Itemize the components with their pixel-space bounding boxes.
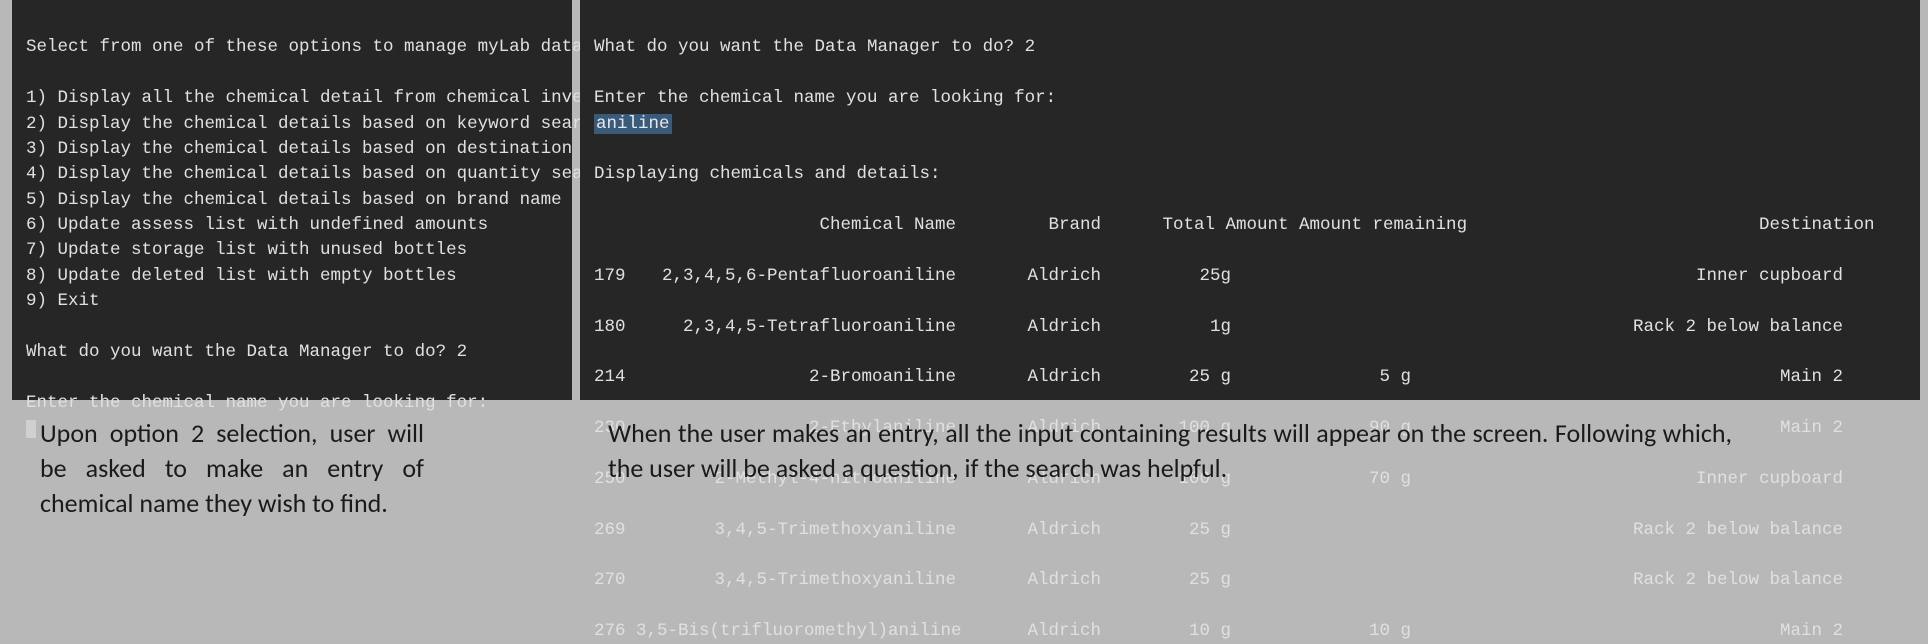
result-header: Displaying chemicals and details:	[594, 164, 941, 184]
menu-option: 9) Exit	[26, 291, 100, 311]
prompt-search: Enter the chemical name you are looking …	[594, 88, 1056, 108]
menu-option: 2) Display the chemical details based on…	[26, 114, 604, 134]
table-row: 1792,3,4,5,6-PentafluoroanilineAldrich25…	[594, 264, 1906, 289]
menu-option: 5) Display the chemical details based on…	[26, 190, 562, 210]
cell-name: 3,4,5-Trimethoxyaniline	[636, 518, 956, 543]
cell-total: 25 g	[1101, 568, 1231, 593]
table-row: 1802,3,4,5-TetrafluoroanilineAldrich1g Ra…	[594, 315, 1906, 340]
cell-brand: Aldrich	[956, 568, 1101, 593]
terminal-right: What do you want the Data Manager to do?…	[580, 0, 1920, 400]
caption-left: Upon option 2 selection, user will be as…	[12, 400, 452, 521]
menu-option: 7) Update storage list with unused bottl…	[26, 240, 467, 260]
cell-brand: Aldrich	[956, 518, 1101, 543]
table-row: 2693,4,5-TrimethoxyanilineAldrich25 g Rac…	[594, 518, 1906, 543]
cell-destination: Inner cupboard	[1411, 264, 1843, 289]
cell-total: 1g	[1101, 315, 1231, 340]
cell-id: 270	[594, 568, 636, 593]
menu-header: Select from one of these options to mana…	[26, 37, 604, 57]
prompt-action: What do you want the Data Manager to do?…	[26, 342, 467, 362]
terminal-left: Select from one of these options to mana…	[12, 0, 572, 400]
left-panel: Select from one of these options to mana…	[12, 0, 572, 593]
menu-option: 8) Update deleted list with empty bottle…	[26, 266, 457, 286]
cell-total: 25 g	[1101, 365, 1231, 390]
menu-option: 6) Update assess list with undefined amo…	[26, 215, 488, 235]
cell-id: 276	[594, 619, 636, 644]
cell-remaining: 10 g	[1231, 619, 1411, 644]
table-row: 2142-BromoanilineAldrich25 g5 gMain 2	[594, 365, 1906, 390]
cell-id: 269	[594, 518, 636, 543]
cell-destination: Main 2	[1411, 365, 1843, 390]
cell-remaining: 5 g	[1231, 365, 1411, 390]
cell-total: 25 g	[1101, 518, 1231, 543]
cell-name: 2-Bromoaniline	[636, 365, 956, 390]
user-input[interactable]: aniline	[594, 114, 672, 134]
cell-destination: Main 2	[1411, 619, 1843, 644]
cell-id: 214	[594, 365, 636, 390]
col-header-total-remain: Total Amount Amount remaining	[1133, 213, 1443, 238]
menu-option: 1) Display all the chemical detail from …	[26, 88, 635, 108]
caption-right: When the user makes an entry, all the in…	[580, 400, 1760, 486]
col-header-destination: Destination	[1443, 213, 1875, 238]
cell-brand: Aldrich	[956, 264, 1101, 289]
table-header-row: Chemical NameBrand Total Amount Amount r…	[594, 213, 1906, 238]
right-panel: What do you want the Data Manager to do?…	[580, 0, 1920, 593]
prompt-action: What do you want the Data Manager to do?…	[594, 37, 1035, 57]
cell-brand: Aldrich	[956, 315, 1101, 340]
cell-destination: Rack 2 below balance	[1411, 315, 1843, 340]
cell-id: 179	[594, 264, 636, 289]
cell-total: 10 g	[1101, 619, 1231, 644]
cell-total: 25g	[1101, 264, 1231, 289]
cell-brand: Aldrich	[956, 365, 1101, 390]
cell-brand: Aldrich	[956, 619, 1101, 644]
table-row: 2703,4,5-TrimethoxyanilineAldrich25 g Rac…	[594, 568, 1906, 593]
table-row: 2763,5-Bis(trifluoromethyl)anilineAldric…	[594, 619, 1906, 644]
cell-name: 3,5-Bis(trifluoromethyl)aniline	[636, 619, 956, 644]
cell-destination: Rack 2 below balance	[1411, 568, 1843, 593]
cell-id: 180	[594, 315, 636, 340]
cell-name: 2,3,4,5-Tetrafluoroaniline	[636, 315, 956, 340]
col-header-name: Chemical Name	[594, 213, 956, 238]
menu-option: 3) Display the chemical details based on…	[26, 139, 646, 159]
menu-option: 4) Display the chemical details based on…	[26, 164, 614, 184]
cell-name: 2,3,4,5,6-Pentafluoroaniline	[636, 264, 956, 289]
cell-destination: Rack 2 below balance	[1411, 518, 1843, 543]
col-header-brand: Brand	[956, 213, 1101, 238]
cell-name: 3,4,5-Trimethoxyaniline	[636, 568, 956, 593]
